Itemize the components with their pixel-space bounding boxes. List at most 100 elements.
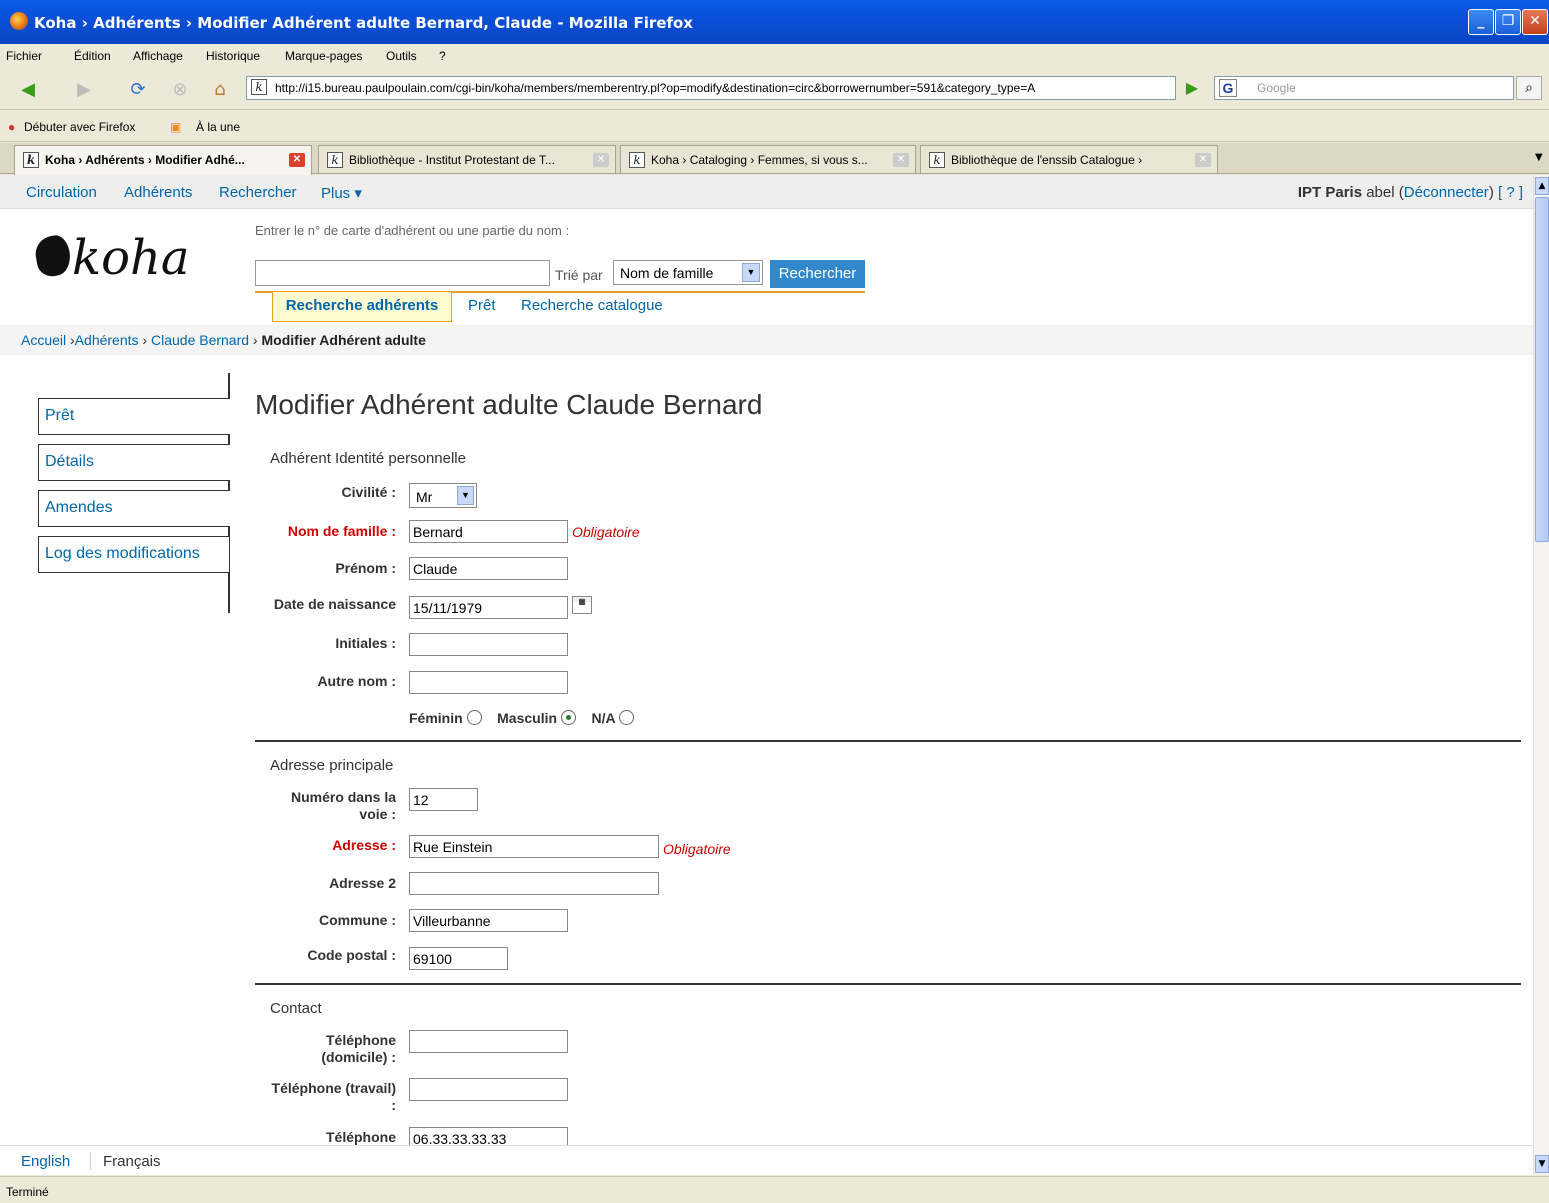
tab-label: Bibliothèque de l'enssib Catalogue ›	[951, 153, 1143, 167]
reload-icon[interactable]: ⟳	[124, 76, 152, 104]
url-bar[interactable]: k http://i15.bureau.paulpoulain.com/cgi-…	[246, 76, 1176, 100]
home-icon[interactable]: ⌂	[206, 76, 234, 104]
tab-recherche-adherents[interactable]: Recherche adhérents	[272, 292, 452, 322]
menu-marque-pages[interactable]: Marque-pages	[285, 49, 362, 63]
gender-male-radio[interactable]	[560, 710, 576, 725]
phone-work-label: Téléphone (travail) :	[272, 1080, 396, 1114]
koha-top-nav: Circulation Adhérents Rechercher Plus ▾ …	[0, 175, 1533, 209]
close-tab-icon[interactable]: ✕	[593, 153, 609, 167]
bookmarks-toolbar: ● Débuter avec Firefox ▣ À la une	[0, 112, 1549, 142]
patron-search-panel: Entrer le n° de carte d'adhérent ou une …	[255, 220, 865, 293]
address2-field[interactable]	[409, 872, 659, 895]
menu-affichage[interactable]: Affichage	[133, 49, 183, 63]
help-link[interactable]: [ ? ]	[1498, 184, 1523, 201]
bookmark-a-la-une[interactable]: À la une	[196, 120, 240, 134]
scroll-down-icon[interactable]: ▼	[1535, 1155, 1549, 1173]
lang-english[interactable]: English	[21, 1153, 70, 1170]
menu-edition[interactable]: Édition	[74, 49, 111, 63]
breadcrumb-patron[interactable]: Claude Bernard	[151, 332, 249, 348]
logo-text: koha	[72, 230, 190, 286]
chevron-down-icon[interactable]: ▼	[457, 486, 474, 505]
address-field[interactable]: Rue Einstein	[409, 835, 659, 858]
calendar-icon[interactable]: ▦	[572, 596, 592, 614]
maximize-button[interactable]: ❐	[1495, 9, 1521, 35]
breadcrumb-home[interactable]: Accueil	[21, 332, 66, 348]
tab-list-chevron-down-icon[interactable]: ▼	[1535, 152, 1543, 163]
number-label-line2: voie :	[359, 806, 396, 822]
menu-outils[interactable]: Outils	[386, 49, 417, 63]
close-tab-icon[interactable]: ✕	[289, 153, 305, 167]
initials-field[interactable]	[409, 633, 568, 656]
phone-field[interactable]: 06.33.33.33.33	[409, 1127, 568, 1145]
section-divider	[255, 740, 1521, 742]
tab-enssib[interactable]: k Bibliothèque de l'enssib Catalogue › ✕	[920, 145, 1218, 173]
identity-legend: Adhérent Identité personnelle	[270, 450, 466, 467]
google-placeholder: Google	[1257, 81, 1296, 95]
close-tab-icon[interactable]: ✕	[1195, 153, 1211, 167]
tab-koha-modifier[interactable]: k Koha › Adhérents › Modifier Adhé... ✕	[14, 145, 312, 175]
nav-circulation[interactable]: Circulation	[26, 184, 97, 201]
menu-historique[interactable]: Historique	[206, 49, 260, 63]
tab-recherche-catalogue[interactable]: Recherche catalogue	[521, 297, 663, 314]
nav-rechercher[interactable]: Rechercher	[219, 184, 297, 201]
status-bar: Terminé	[0, 1176, 1549, 1203]
breadcrumb-members[interactable]: Adhérents	[75, 332, 139, 348]
vertical-scrollbar[interactable]: ▲ ▼	[1533, 175, 1549, 1175]
sidemenu-pret[interactable]: Prêt	[38, 398, 230, 435]
close-tab-icon[interactable]: ✕	[893, 153, 909, 167]
city-label: Commune :	[319, 912, 396, 928]
sidemenu-amendes[interactable]: Amendes	[38, 490, 230, 527]
contact-legend: Contact	[270, 1000, 322, 1017]
gender-na-radio[interactable]	[618, 710, 634, 725]
menu-fichier[interactable]: Fichier	[6, 49, 42, 63]
tab-bibliotheque-ipt[interactable]: k Bibliothèque - Institut Protestant de …	[318, 145, 616, 173]
close-button[interactable]: ✕	[1522, 9, 1548, 35]
koha-logo[interactable]: koha	[32, 230, 190, 286]
google-search-input[interactable]: G Google	[1214, 76, 1514, 100]
bookmark-debuter[interactable]: Débuter avec Firefox	[24, 120, 135, 134]
sort-select[interactable]: Nom de famille ▼	[613, 260, 763, 285]
surname-field[interactable]: Bernard	[409, 520, 568, 543]
search-button[interactable]: Rechercher	[770, 260, 865, 288]
phone-work-field[interactable]	[409, 1078, 568, 1101]
footer-separator	[90, 1152, 91, 1170]
civilite-value: Mr	[416, 489, 433, 505]
koha-favicon-icon: k	[251, 79, 267, 95]
nav-plus[interactable]: Plus ▾	[321, 184, 362, 202]
tab-label: Bibliothèque - Institut Protestant de T.…	[349, 153, 555, 167]
nav-adherents[interactable]: Adhérents	[124, 184, 192, 201]
tab-pret[interactable]: Prêt	[468, 297, 496, 314]
back-icon[interactable]: ◀	[14, 76, 42, 104]
stop-icon[interactable]: ⊗	[166, 76, 194, 104]
scrollbar-thumb[interactable]	[1535, 197, 1549, 542]
civilite-select[interactable]: Mr ▼	[409, 483, 477, 508]
gender-male-label: Masculin	[497, 710, 558, 726]
minimize-button[interactable]: _	[1468, 9, 1494, 35]
forward-icon[interactable]: ▶	[70, 76, 98, 104]
scroll-up-icon[interactable]: ▲	[1535, 177, 1549, 195]
menu-help[interactable]: ?	[439, 49, 446, 63]
go-icon[interactable]: ▶	[1180, 76, 1204, 100]
zip-field[interactable]: 69100	[409, 947, 508, 970]
phone-home-field[interactable]	[409, 1030, 568, 1053]
phone-home-label: Téléphone (domicile) :	[321, 1032, 396, 1066]
google-icon[interactable]: G	[1219, 79, 1237, 97]
street-number-field[interactable]: 12	[409, 788, 478, 811]
koha-favicon-icon: k	[629, 152, 645, 168]
sidemenu-details[interactable]: Détails	[38, 444, 230, 481]
city-field[interactable]: Villeurbanne	[409, 909, 568, 932]
search-icon[interactable]: ⌕	[1516, 76, 1542, 100]
dob-field[interactable]: 15/11/1979	[409, 596, 568, 619]
language-footer: English Français	[0, 1145, 1533, 1175]
chevron-down-icon[interactable]: ▼	[742, 263, 760, 282]
koha-favicon-icon: k	[327, 152, 343, 168]
tab-koha-cataloging[interactable]: k Koha › Cataloging › Femmes, si vous s.…	[620, 145, 916, 173]
gender-female-radio[interactable]	[466, 710, 482, 725]
patron-search-input[interactable]	[255, 260, 550, 286]
sort-label: Trié par	[555, 267, 603, 283]
firstname-field[interactable]: Claude	[409, 557, 568, 580]
othername-field[interactable]	[409, 671, 568, 694]
breadcrumb-separator: ›	[66, 332, 75, 348]
sidemenu-log[interactable]: Log des modifications	[38, 536, 230, 573]
logout-link[interactable]: Déconnecter	[1404, 184, 1489, 201]
